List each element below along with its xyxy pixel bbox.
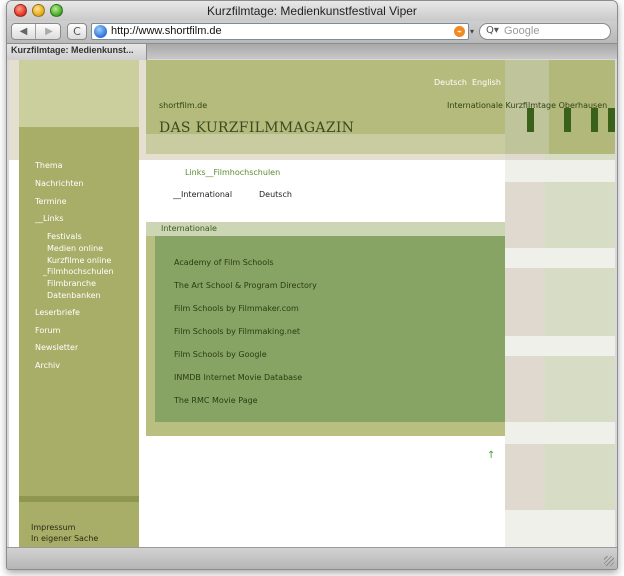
- link-google[interactable]: Film Schools by Google: [174, 350, 267, 359]
- right-decor-band: [505, 422, 615, 444]
- nav-sub-festivals[interactable]: Festivals: [47, 232, 82, 241]
- browser-toolbar: ◀ ▶ C http://www.shortfilm.de ⌁ ▾ Q▾ Goo…: [7, 21, 617, 43]
- tab-kurzfilmtage[interactable]: Kurzfilmtage: Medienkunst...: [7, 44, 147, 60]
- reload-button[interactable]: C: [67, 23, 87, 40]
- nav-newsletter[interactable]: Newsletter: [35, 343, 78, 351]
- header-bar-decor: [564, 108, 571, 132]
- site-brand-small[interactable]: shortfilm.de: [159, 101, 207, 110]
- nav-links[interactable]: __Links: [35, 214, 64, 223]
- left-column-top: [19, 60, 139, 127]
- tab-deutsch[interactable]: Deutsch: [259, 190, 292, 199]
- browser-window: Kurzfilmtage: Medienkunstfestival Viper …: [6, 0, 618, 570]
- link-filmmaking-net[interactable]: Film Schools by Filmmaking.net: [174, 327, 300, 336]
- nav-sub-filmbranche[interactable]: Filmbranche: [47, 279, 96, 288]
- nav-thema[interactable]: Thema: [35, 161, 63, 170]
- section-title: Internationale: [161, 224, 217, 233]
- nav-archiv[interactable]: Archiv: [35, 361, 60, 370]
- status-bar: [7, 547, 617, 569]
- back-button[interactable]: ◀: [12, 24, 36, 39]
- link-inmdb[interactable]: INMDB Internet Movie Database: [174, 373, 302, 382]
- left-navigation-column: [19, 60, 139, 548]
- language-deutsch-link[interactable]: Deutsch: [434, 78, 467, 87]
- header-bar-decor: [527, 108, 534, 132]
- links-panel-footer: [155, 422, 505, 436]
- magnifier-icon[interactable]: Q▾: [486, 25, 499, 36]
- resize-grip-icon[interactable]: [604, 556, 614, 566]
- right-decor-band: [505, 248, 615, 268]
- left-column-divider: [19, 496, 139, 502]
- right-decor-band: [505, 336, 615, 356]
- url-text[interactable]: http://www.shortfilm.de: [111, 25, 222, 37]
- tab-label: Kurzfilmtage: Medienkunst...: [11, 45, 134, 55]
- title-bar: Kurzfilmtage: Medienkunstfestival Viper: [7, 1, 617, 21]
- nav-sub-filmhochschulen[interactable]: _Filmhochschulen: [43, 267, 114, 276]
- festival-name[interactable]: Internationale Kurzfilmtage Oberhausen: [447, 101, 607, 110]
- link-rmc-movie-page[interactable]: The RMC Movie Page: [174, 396, 258, 405]
- links-panel-edge: [146, 236, 155, 436]
- right-decor-band: [505, 510, 615, 548]
- link-academy-of-film-schools[interactable]: Academy of Film Schools: [174, 258, 273, 267]
- footer-in-eigener-sache[interactable]: In eigener Sache: [31, 534, 98, 543]
- nav-termine[interactable]: Termine: [35, 197, 67, 206]
- nav-leserbriefe[interactable]: Leserbriefe: [35, 308, 80, 317]
- back-to-top-icon[interactable]: ↑: [487, 450, 495, 461]
- footer-impressum[interactable]: Impressum: [31, 523, 75, 532]
- tab-international[interactable]: __International: [173, 190, 232, 199]
- window-title: Kurzfilmtage: Medienkunstfestival Viper: [207, 4, 417, 18]
- breadcrumb[interactable]: Links__Filmhochschulen: [185, 168, 280, 177]
- tab-bar: Kurzfilmtage: Medienkunst...: [7, 43, 617, 60]
- nav-sub-medien-online[interactable]: Medien online: [47, 244, 103, 253]
- page-viewport: Deutsch English shortfilm.de Internation…: [9, 60, 615, 548]
- forward-button[interactable]: ▶: [37, 24, 61, 39]
- language-english-link[interactable]: English: [472, 78, 501, 87]
- globe-icon: [94, 25, 107, 38]
- search-engine-dropdown-icon[interactable]: ▾: [470, 27, 474, 36]
- link-filmmaker-com[interactable]: Film Schools by Filmmaker.com: [174, 304, 299, 313]
- nav-sub-datenbanken[interactable]: Datenbanken: [47, 291, 101, 300]
- nav-forum[interactable]: Forum: [35, 326, 60, 335]
- right-decor-band: [505, 160, 615, 182]
- site-title[interactable]: DAS KURZFILMMAGAZIN: [159, 120, 354, 136]
- link-art-school-directory[interactable]: The Art School & Program Directory: [174, 281, 317, 290]
- header-bar-decor: [608, 108, 615, 132]
- search-placeholder: Google: [504, 25, 540, 37]
- address-bar[interactable]: http://www.shortfilm.de ⌁: [91, 23, 469, 40]
- header-bar-decor: [591, 108, 598, 132]
- rss-icon[interactable]: ⌁: [454, 26, 465, 37]
- site-header-band: [146, 134, 505, 154]
- nav-nachrichten[interactable]: Nachrichten: [35, 179, 83, 188]
- nav-sub-kurzfilme-online[interactable]: Kurzfilme online: [47, 256, 111, 265]
- search-field[interactable]: Q▾ Google: [479, 23, 611, 40]
- back-forward-control: ◀ ▶: [11, 23, 61, 40]
